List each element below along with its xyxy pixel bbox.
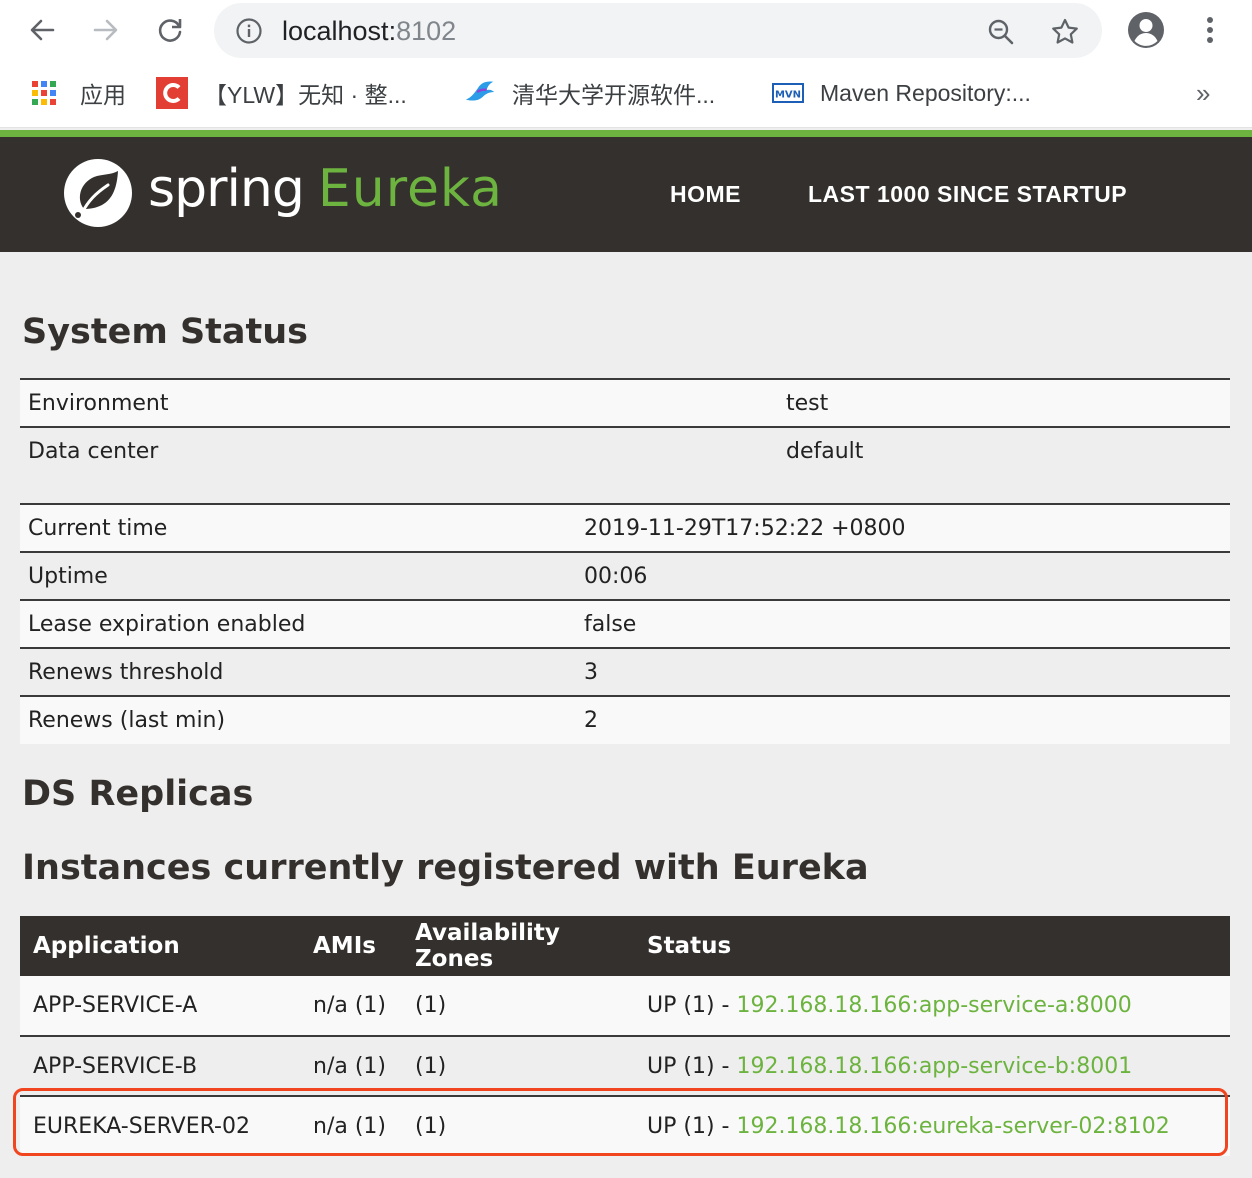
table-row: Data center default [20, 426, 1230, 475]
mvn-icon: MVN [772, 77, 804, 109]
env-key: Environment [20, 378, 778, 427]
arrow-right-icon [93, 19, 118, 41]
more-bookmarks-chevron-icon[interactable]: » [1196, 78, 1210, 109]
instances-heading: Instances currently registered with Eure… [22, 848, 869, 888]
instance-link[interactable]: 192.168.18.166:app-service-a:8000 [736, 993, 1131, 1018]
search-icon[interactable] [984, 15, 1018, 49]
status-value: 2019-11-29T17:52:22 +0800 [576, 503, 1230, 552]
spring-leaf-logo-icon[interactable] [62, 157, 134, 229]
environment-table: Environment test Data center default [20, 378, 1230, 475]
bookmark-label: 清华大学开源软件... [512, 82, 716, 108]
back-button[interactable] [22, 10, 62, 50]
status-key: Renews threshold [20, 647, 576, 696]
url-text[interactable]: localhost:8102 [282, 16, 456, 47]
url-port: 8102 [396, 16, 457, 46]
url-host: localhost: [282, 16, 397, 46]
column-header-zones: Availability Zones [402, 916, 634, 976]
table-row: Current time 2019-11-29T17:52:22 +0800 [20, 503, 1230, 552]
amis-cell: n/a (1) [300, 1096, 402, 1156]
status-key: Current time [20, 503, 576, 552]
zones-cell: (1) [402, 1036, 634, 1097]
bookmark-csdn[interactable]: 【YLW】无知 · 整... [156, 76, 407, 110]
profile-avatar-icon[interactable] [1126, 10, 1166, 50]
status-value: false [576, 599, 1230, 648]
status-text: UP (1) - [647, 993, 737, 1018]
status-value: 2 [576, 695, 1230, 744]
env-value: default [778, 426, 1230, 475]
application-cell: APP-SERVICE-A [20, 976, 300, 1037]
arrow-left-icon [30, 19, 55, 41]
column-header-status: Status [634, 916, 1230, 976]
table-row: APP-SERVICE-A n/a (1) (1) UP (1) - 192.1… [20, 976, 1230, 1037]
table-row: EUREKA-SERVER-02 n/a (1) (1) UP (1) - 19… [20, 1096, 1230, 1156]
bookmark-label: 【YLW】无知 · 整... [204, 82, 407, 108]
table-row: Renews (last min) 2 [20, 695, 1230, 744]
csdn-icon [156, 77, 188, 109]
column-header-application: Application [20, 916, 300, 976]
table-row: Renews threshold 3 [20, 647, 1230, 696]
bookmark-tuna[interactable]: 清华大学开源软件... [464, 76, 715, 110]
instances-table: Application AMIs Availability Zones Stat… [20, 916, 1230, 1156]
status-table: Current time 2019-11-29T17:52:22 +0800 U… [20, 503, 1230, 744]
column-header-amis: AMIs [300, 916, 402, 976]
status-text: UP (1) - [647, 1114, 737, 1139]
table-row: Environment test [20, 378, 1230, 427]
nav-last1000-link[interactable]: LAST 1000 SINCE STARTUP [808, 181, 1127, 208]
application-cell: APP-SERVICE-B [20, 1036, 300, 1097]
status-value: 00:06 [576, 551, 1230, 600]
status-key: Uptime [20, 551, 576, 600]
table-row: Uptime 00:06 [20, 551, 1230, 600]
amis-cell: n/a (1) [300, 976, 402, 1037]
status-cell: UP (1) - 192.168.18.166:app-service-b:80… [634, 1036, 1230, 1097]
status-cell: UP (1) - 192.168.18.166:eureka-server-02… [634, 1096, 1230, 1156]
zones-cell: (1) [402, 976, 634, 1037]
more-menu-icon[interactable] [1196, 10, 1224, 50]
bookmark-label: Maven Repository:... [820, 79, 1031, 106]
status-text: UP (1) - [647, 1053, 737, 1079]
browser-toolbar: localhost:8102 [0, 0, 1252, 62]
env-value: test [778, 378, 1230, 427]
ds-replicas-heading: DS Replicas [22, 774, 254, 814]
status-value: 3 [576, 647, 1230, 696]
reload-button[interactable] [150, 10, 190, 50]
zones-cell: (1) [402, 1096, 634, 1156]
brand-eureka: Eureka [317, 159, 503, 219]
brand-title[interactable]: spring Eureka [148, 159, 503, 219]
status-cell: UP (1) - 192.168.18.166:app-service-a:80… [634, 976, 1230, 1037]
forward-button[interactable] [86, 10, 126, 50]
navbar-accent-line [0, 130, 1252, 137]
application-cell: EUREKA-SERVER-02 [20, 1096, 300, 1156]
nav-home-link[interactable]: HOME [670, 181, 741, 208]
apps-grid-icon [28, 77, 60, 109]
bookmarks-bar: 应用 【YLW】无知 · 整... 清华大学开源软件... MVN Maven … [0, 62, 1252, 128]
amis-cell: n/a (1) [300, 1036, 402, 1097]
bookmark-star-icon[interactable] [1048, 15, 1082, 49]
env-key: Data center [20, 426, 778, 475]
reload-icon [158, 19, 182, 42]
instance-link[interactable]: 192.168.18.166:eureka-server-02:8102 [736, 1114, 1169, 1139]
address-bar[interactable]: localhost:8102 [214, 3, 1102, 58]
brand-spring: spring [148, 159, 305, 219]
system-status-heading: System Status [22, 312, 309, 352]
status-key: Lease expiration enabled [20, 599, 576, 648]
svg-text:MVN: MVN [775, 90, 801, 101]
status-key: Renews (last min) [20, 695, 576, 744]
instance-link[interactable]: 192.168.18.166:app-service-b:8001 [736, 1054, 1132, 1079]
site-info-icon[interactable] [234, 16, 264, 46]
bird-icon [464, 77, 496, 109]
bookmark-maven[interactable]: MVN Maven Repository:... [772, 76, 1031, 110]
table-header-row: Application AMIs Availability Zones Stat… [20, 916, 1230, 976]
table-row: APP-SERVICE-B n/a (1) (1) UP (1) - 192.1… [20, 1036, 1230, 1097]
bookmark-apps[interactable]: 应用 [28, 76, 126, 110]
eureka-navbar: spring Eureka HOME LAST 1000 SINCE STARTU… [0, 137, 1252, 252]
bookmark-label: 应用 [80, 82, 126, 108]
table-row: Lease expiration enabled false [20, 599, 1230, 648]
